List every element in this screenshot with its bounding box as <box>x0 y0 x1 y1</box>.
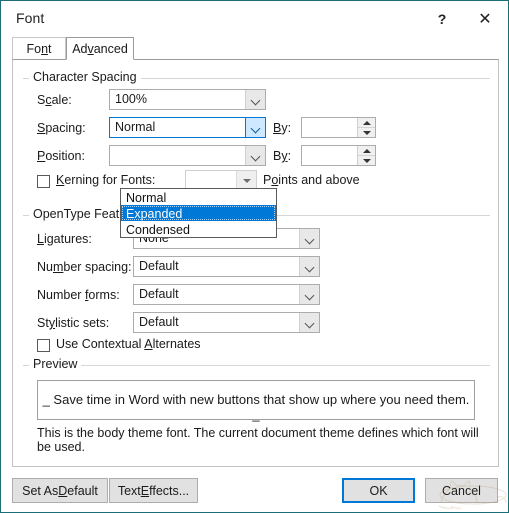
chevron-down-icon[interactable] <box>245 118 265 137</box>
scale-label-post: ale: <box>51 93 72 107</box>
spinner-up-icon[interactable] <box>358 146 375 155</box>
chevron-down-icon[interactable] <box>299 229 319 248</box>
kerning-points-suffix-post: ints and above <box>278 173 360 187</box>
contextual-alternates-label-pre: Use Contextual <box>56 337 145 351</box>
position-by-label-post: : <box>287 149 292 163</box>
preview-sample-text: _ Save time in Word with new buttons tha… <box>42 392 470 422</box>
tab-font-label-post: t <box>48 41 52 56</box>
tab-font-label-pre: Fo <box>26 41 42 56</box>
number-forms-value: Default <box>139 287 179 301</box>
cancel-button[interactable]: Cancel <box>425 478 498 503</box>
spacing-by-label-post: y: <box>281 121 292 135</box>
text-effects-accel: E <box>140 483 150 498</box>
set-as-default-accel: D <box>58 483 68 498</box>
scale-label: Scale: <box>37 93 72 107</box>
help-icon[interactable]: ? <box>421 1 463 36</box>
set-as-default-button[interactable]: Set As Default <box>12 478 108 503</box>
stylistic-sets-label: Stylistic sets: <box>37 316 109 330</box>
dialog-footer: Set As Default Text Effects... OK Cancel <box>1 467 508 512</box>
text-effects-pre: Text <box>117 483 141 498</box>
preview-group: Preview _ Save time in Word with new but… <box>23 357 490 460</box>
tab-strip: Fo n t Ad v anced <box>12 37 499 60</box>
set-as-default-pre: Set As <box>22 483 59 498</box>
tab-advanced-label-pre: Ad <box>72 41 88 56</box>
contextual-alternates-label-accel: A <box>144 337 153 351</box>
chevron-down-icon[interactable] <box>245 146 265 165</box>
scale-combobox[interactable]: 100% <box>109 89 266 110</box>
position-by-label: By: <box>273 149 291 163</box>
group-divider <box>23 365 490 366</box>
spacing-option-expanded[interactable]: Expanded <box>121 205 276 221</box>
ligatures-label: Ligatures: <box>37 232 92 246</box>
spacing-label: Spacing: <box>37 121 86 135</box>
spacing-dropdown-list[interactable]: Normal Expanded Condensed <box>120 188 277 238</box>
text-effects-post: ffects... <box>149 483 190 498</box>
chevron-down-icon[interactable] <box>299 313 319 332</box>
kerning-points-suffix: Points and above <box>263 173 360 187</box>
position-by-spinner[interactable] <box>301 145 376 166</box>
advanced-tab-panel: Character Spacing Scale: 100% Spacing: N… <box>12 59 499 467</box>
number-spacing-label-accel: m <box>52 260 64 274</box>
title-bar: Font ? ✕ <box>1 1 508 36</box>
tab-font-label-accel: n <box>41 41 49 56</box>
spinner-down-icon[interactable] <box>358 127 375 137</box>
stylistic-sets-value: Default <box>139 315 179 329</box>
preview-box: _ Save time in Word with new buttons tha… <box>37 380 475 422</box>
number-spacing-value: Default <box>139 259 179 273</box>
spacing-option-condensed[interactable]: Condensed <box>121 221 276 237</box>
position-combobox[interactable] <box>109 145 266 166</box>
stylistic-sets-combobox[interactable]: Default <box>133 312 320 333</box>
position-by-spin-buttons[interactable] <box>357 146 375 165</box>
position-label-post: osition: <box>45 149 85 163</box>
spacing-by-label: By: <box>273 121 291 135</box>
ligatures-label-post: igatures: <box>43 232 92 246</box>
preview-note: This is the body theme font. The current… <box>37 426 479 454</box>
kerning-label-post: erning for Fonts: <box>64 173 156 187</box>
number-forms-label-pre: Number <box>37 288 85 302</box>
spacing-label-post: pacing: <box>45 121 86 135</box>
position-label: Position: <box>37 149 85 163</box>
scale-value: 100% <box>115 92 147 106</box>
kerning-checkbox[interactable] <box>37 175 50 188</box>
chevron-down-icon[interactable] <box>299 285 319 304</box>
number-spacing-label: Number spacing: <box>37 260 132 274</box>
preview-title: Preview <box>29 357 82 371</box>
dialog-title: Font <box>16 10 45 26</box>
contextual-alternates-label-post: lternates <box>152 337 201 351</box>
number-spacing-label-pre: Nu <box>37 260 53 274</box>
contextual-alternates-label: Use Contextual Alternates <box>56 337 201 351</box>
set-as-default-post: efault <box>67 483 98 498</box>
stylistic-sets-label-pre: St <box>37 316 49 330</box>
spacing-option-normal[interactable]: Normal <box>121 189 276 205</box>
chevron-down-icon[interactable] <box>299 257 319 276</box>
text-effects-button[interactable]: Text Effects... <box>109 478 198 503</box>
character-spacing-title: Character Spacing <box>29 70 141 84</box>
spacing-combobox[interactable]: Normal <box>109 117 266 138</box>
stylistic-sets-label-post: listic sets: <box>55 316 110 330</box>
spinner-down-icon[interactable] <box>358 155 375 165</box>
ok-button[interactable]: OK <box>342 478 415 503</box>
number-spacing-label-post: ber spacing: <box>63 260 132 274</box>
tab-advanced[interactable]: Ad v anced <box>66 37 134 60</box>
tab-advanced-label-post: anced <box>93 41 128 56</box>
spinner-up-icon[interactable] <box>358 118 375 127</box>
contextual-alternates-checkbox[interactable] <box>37 339 50 352</box>
tab-font[interactable]: Fo n t <box>12 37 66 59</box>
spacing-by-spinner[interactable] <box>301 117 376 138</box>
ligatures-label-accel: L <box>37 232 44 246</box>
number-spacing-combobox[interactable]: Default <box>133 256 320 277</box>
chevron-down-icon[interactable] <box>245 90 265 109</box>
close-icon[interactable]: ✕ <box>464 1 506 36</box>
spacing-by-spin-buttons[interactable] <box>357 118 375 137</box>
font-dialog: Font ? ✕ Fo n t Ad v anced Character Spacing… <box>0 0 509 513</box>
character-spacing-group: Character Spacing Scale: 100% Spacing: N… <box>23 70 490 198</box>
number-forms-label-post: orms: <box>88 288 120 302</box>
kerning-label: Kerning for Fonts: <box>56 173 155 187</box>
number-forms-label: Number forms: <box>37 288 120 302</box>
spacing-value: Normal <box>115 120 156 134</box>
number-forms-combobox[interactable]: Default <box>133 284 320 305</box>
